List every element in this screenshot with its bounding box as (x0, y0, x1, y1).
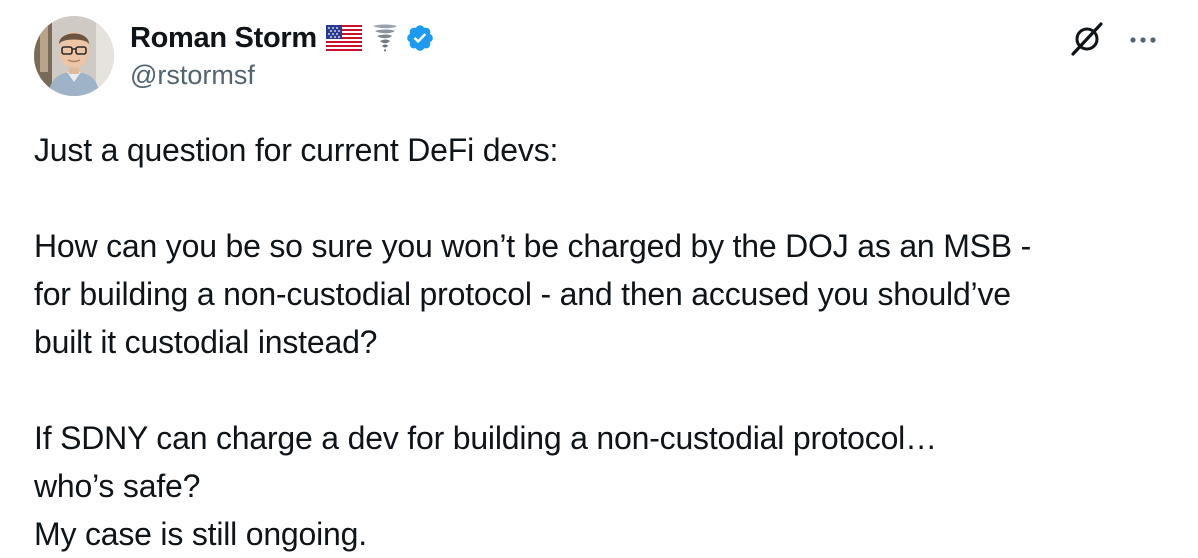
avatar[interactable] (34, 16, 114, 96)
avatar-image (34, 16, 114, 96)
tweet-paragraph-gap (34, 174, 1174, 222)
grok-icon (1069, 21, 1105, 62)
more-options-button[interactable] (1124, 22, 1162, 60)
more-options-icon (1128, 32, 1158, 50)
tweet-text-line: for building a non-custodial protocol - … (34, 276, 1011, 312)
author-block: Roman Storm @rstormsf (130, 18, 435, 91)
us-flag-icon (325, 25, 362, 51)
tweet-card: Roman Storm @rstormsf Just a question fo… (0, 0, 1198, 555)
tweet-text-line: who’s safe? (34, 468, 201, 504)
tweet-text-line: How can you be so sure you won’t be char… (34, 228, 1032, 264)
tweet-text-line: My case is still ongoing. (34, 516, 367, 552)
tweet-text-line: If SDNY can charge a dev for building a … (34, 420, 937, 456)
author-handle[interactable]: @rstormsf (130, 60, 435, 91)
tweet-text: Just a question for current DeFi devs: H… (34, 126, 1174, 558)
author-display-name[interactable]: Roman Storm (130, 22, 317, 55)
verified-badge-icon[interactable] (405, 23, 435, 53)
tweet-text-line: built it custodial instead? (34, 324, 378, 360)
tweet-paragraph-gap (34, 366, 1174, 414)
tweet-text-line: Just a question for current DeFi devs: (34, 132, 559, 168)
author-name-row: Roman Storm (130, 18, 435, 58)
grok-button[interactable] (1068, 21, 1106, 62)
tornado-icon (371, 22, 399, 54)
